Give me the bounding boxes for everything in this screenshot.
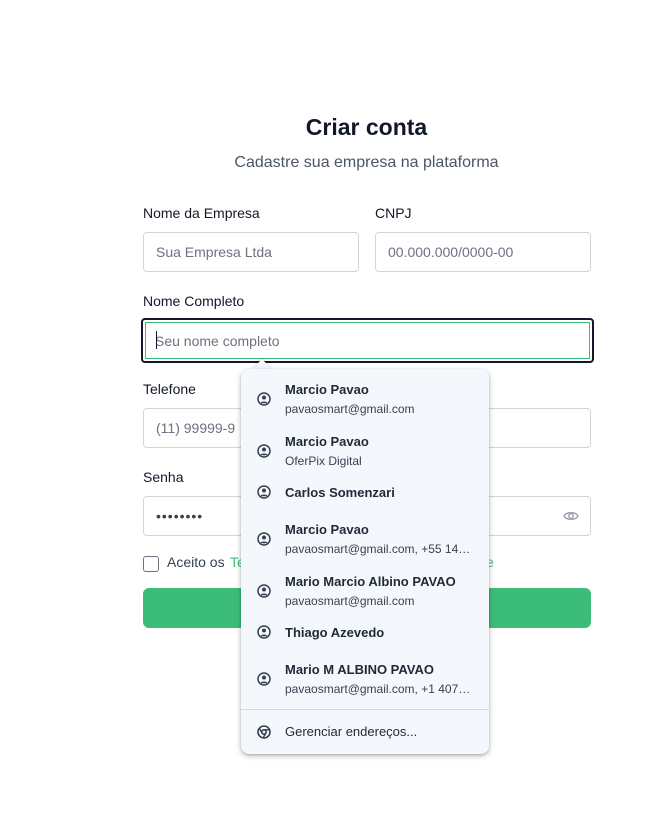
company-name-input[interactable] — [143, 232, 359, 272]
cnpj-input[interactable] — [375, 232, 591, 272]
terms-prefix: Aceito os — [167, 554, 225, 570]
autofill-suggestion[interactable]: Mario Marcio Albino PAVAO pavaosmart@gmai… — [241, 561, 489, 613]
autofill-suggestion[interactable]: Carlos Somenzari — [241, 473, 489, 509]
person-icon — [257, 625, 271, 639]
autofill-name: Marcio Pavao — [285, 522, 369, 537]
autofill-detail: pavaosmart@gmail.com, +1 407… — [285, 682, 471, 696]
page-title: Criar conta — [305, 114, 428, 140]
terms-checkbox[interactable] — [143, 556, 159, 572]
person-icon — [257, 672, 271, 686]
chrome-icon — [257, 725, 271, 739]
autofill-detail: pavaosmart@gmail.com — [285, 594, 415, 608]
page-subtitle: Cadastre sua empresa na plataforma — [234, 154, 499, 171]
password-value: •••••••• — [156, 508, 204, 524]
full-name-label: Nome Completo — [143, 293, 245, 309]
full-name-input[interactable] — [141, 318, 594, 363]
person-icon — [257, 392, 271, 406]
person-icon — [257, 485, 271, 499]
autofill-name: Marcio Pavao — [285, 382, 369, 397]
autofill-name: Thiago Azevedo — [285, 625, 385, 640]
autofill-dropdown: Marcio Pavao pavaosmart@gmail.com Marcio P… — [241, 369, 489, 754]
autofill-name: Mario Marcio Albino PAVAO — [285, 574, 456, 589]
autofill-manage-label: Gerenciar endereços... — [285, 724, 418, 739]
person-icon — [257, 584, 271, 598]
autofill-suggestion[interactable]: Marcio Pavao OferPix Digital — [241, 421, 489, 473]
autofill-detail: pavaosmart@gmail.com — [285, 402, 415, 416]
phone-label: Telefone — [143, 381, 196, 397]
autofill-suggestion[interactable]: Mario M ALBINO PAVAO pavaosmart@gmail.com… — [241, 649, 489, 709]
cnpj-label: CNPJ — [375, 205, 412, 221]
person-icon — [257, 532, 271, 546]
autofill-suggestion[interactable]: Marcio Pavao pavaosmart@gmail.com, +55 14… — [241, 509, 489, 561]
autofill-detail: pavaosmart@gmail.com, +55 14… — [285, 542, 471, 556]
autofill-name: Carlos Somenzari — [285, 485, 395, 500]
autofill-detail: OferPix Digital — [285, 454, 362, 468]
autofill-name: Marcio Pavao — [285, 434, 369, 449]
autofill-name: Mario M ALBINO PAVAO — [285, 662, 435, 677]
autofill-suggestion[interactable]: Thiago Azevedo — [241, 613, 489, 649]
eye-icon[interactable] — [563, 509, 579, 523]
autofill-suggestion[interactable]: Marcio Pavao pavaosmart@gmail.com — [241, 369, 489, 421]
person-icon — [257, 444, 271, 458]
text-caret — [156, 331, 157, 349]
company-name-label: Nome da Empresa — [143, 205, 260, 221]
password-label: Senha — [143, 469, 184, 485]
